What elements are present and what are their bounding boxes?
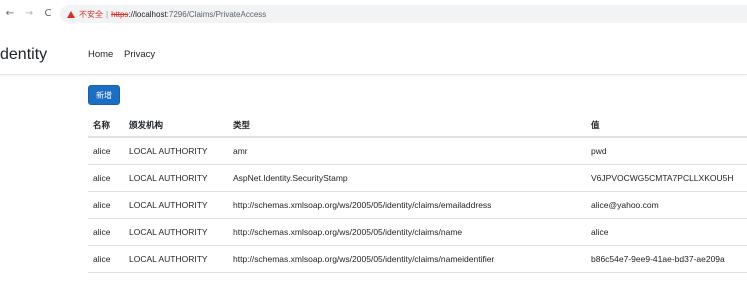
cell-type: http://schemas.xmlsoap.org/ws/2005/05/id…: [228, 218, 586, 246]
cell-name: alice: [88, 191, 124, 219]
cell-value: alice: [586, 218, 747, 246]
nav-link-home[interactable]: Home: [88, 49, 113, 61]
cell-type: http://schemas.xmlsoap.org/ws/2005/05/id…: [228, 191, 586, 219]
reload-icon[interactable]: C: [43, 7, 53, 21]
cell-type: amr: [228, 136, 586, 165]
table-row: alice LOCAL AUTHORITY amr pwd: [88, 136, 747, 165]
cell-name: alice: [88, 218, 124, 246]
cell-name: alice: [88, 136, 124, 165]
security-status[interactable]: 不安全: [79, 9, 103, 20]
column-header-type: 类型: [228, 114, 586, 138]
forward-arrow-icon[interactable]: →: [24, 7, 34, 21]
cell-value: pwd: [586, 136, 747, 165]
cell-issuer: LOCAL AUTHORITY: [124, 191, 228, 219]
site-navbar: dentity Home Privacy: [0, 38, 747, 75]
cell-name: alice: [88, 164, 124, 192]
cell-issuer: LOCAL AUTHORITY: [124, 245, 228, 273]
separator: |: [106, 9, 109, 19]
column-header-value: 值: [586, 114, 747, 138]
table-row: alice LOCAL AUTHORITY http://schemas.xml…: [88, 191, 747, 219]
url-path: :7296/Claims/PrivateAccess: [166, 9, 267, 19]
cell-value: b86c54e7-9ee9-41ae-bd37-ae209a: [586, 245, 747, 273]
cell-name: alice: [88, 245, 124, 273]
back-arrow-icon[interactable]: ←: [5, 7, 15, 21]
browser-nav-buttons: ← → C: [5, 7, 53, 21]
column-header-name: 名称: [88, 114, 124, 138]
claims-table: 名称 颁发机构 类型 值 alice LOCAL AUTHORITY amr p…: [88, 114, 747, 273]
nav-link-privacy[interactable]: Privacy: [124, 49, 155, 61]
add-claim-button[interactable]: 新增: [88, 85, 120, 105]
address-bar[interactable]: 不安全 | https ://localhost :7296/Claims/Pr…: [60, 5, 747, 23]
table-row: alice LOCAL AUTHORITY http://schemas.xml…: [88, 218, 747, 246]
table-header-row: 名称 颁发机构 类型 值: [88, 114, 747, 138]
url-scheme: https: [111, 9, 129, 19]
cell-value: alice@yahoo.com: [586, 191, 747, 219]
warning-icon: [67, 10, 75, 18]
cell-issuer: LOCAL AUTHORITY: [124, 164, 228, 192]
brand-link[interactable]: dentity: [0, 45, 47, 65]
cell-value: V6JPVOCWG5CMTA7PCLLXKOU5H: [586, 164, 747, 192]
cell-issuer: LOCAL AUTHORITY: [124, 136, 228, 165]
column-header-issuer: 颁发机构: [124, 114, 228, 138]
cell-type: AspNet.Identity.SecurityStamp: [228, 164, 586, 192]
browser-toolbar: ← → C 不安全 | https ://localhost :7296/Cla…: [0, 0, 747, 38]
table-row: alice LOCAL AUTHORITY AspNet.Identity.Se…: [88, 164, 747, 192]
table-row: alice LOCAL AUTHORITY http://schemas.xml…: [88, 245, 747, 273]
url-host: ://localhost: [128, 9, 167, 19]
cell-type: http://schemas.xmlsoap.org/ws/2005/05/id…: [228, 245, 586, 273]
cell-issuer: LOCAL AUTHORITY: [124, 218, 228, 246]
